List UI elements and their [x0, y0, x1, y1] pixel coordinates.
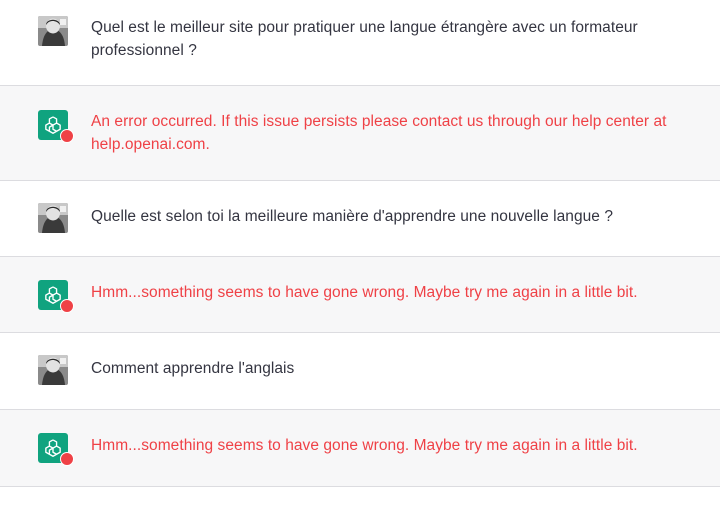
error-badge-icon	[60, 452, 74, 466]
assistant-message: Hmm...something seems to have gone wrong…	[0, 257, 720, 333]
chat-thread: Quel est le meilleur site pour pratiquer…	[0, 0, 720, 516]
message-text: Quelle est selon toi la meilleure manièr…	[91, 208, 613, 225]
user-photo-icon	[38, 16, 68, 46]
error-message-text: An error occurred. If this issue persist…	[91, 113, 667, 153]
user-photo-icon	[38, 203, 68, 233]
user-message: Quelle est selon toi la meilleure manièr…	[0, 181, 720, 257]
error-badge-icon	[60, 129, 74, 143]
user-photo-icon	[38, 355, 68, 385]
error-message-text: Hmm...something seems to have gone wrong…	[91, 437, 638, 454]
assistant-message: An error occurred. If this issue persist…	[0, 86, 720, 181]
message-text: Comment apprendre l'anglais	[91, 360, 295, 377]
message-text: Quel est le meilleur site pour pratiquer…	[91, 19, 638, 59]
error-message-text: Hmm...something seems to have gone wrong…	[91, 284, 638, 301]
error-badge-icon	[60, 299, 74, 313]
user-message: Quel est le meilleur site pour pratiquer…	[0, 0, 720, 86]
assistant-message: Hmm...something seems to have gone wrong…	[0, 410, 720, 487]
user-message: Comment apprendre l'anglais	[0, 333, 720, 410]
